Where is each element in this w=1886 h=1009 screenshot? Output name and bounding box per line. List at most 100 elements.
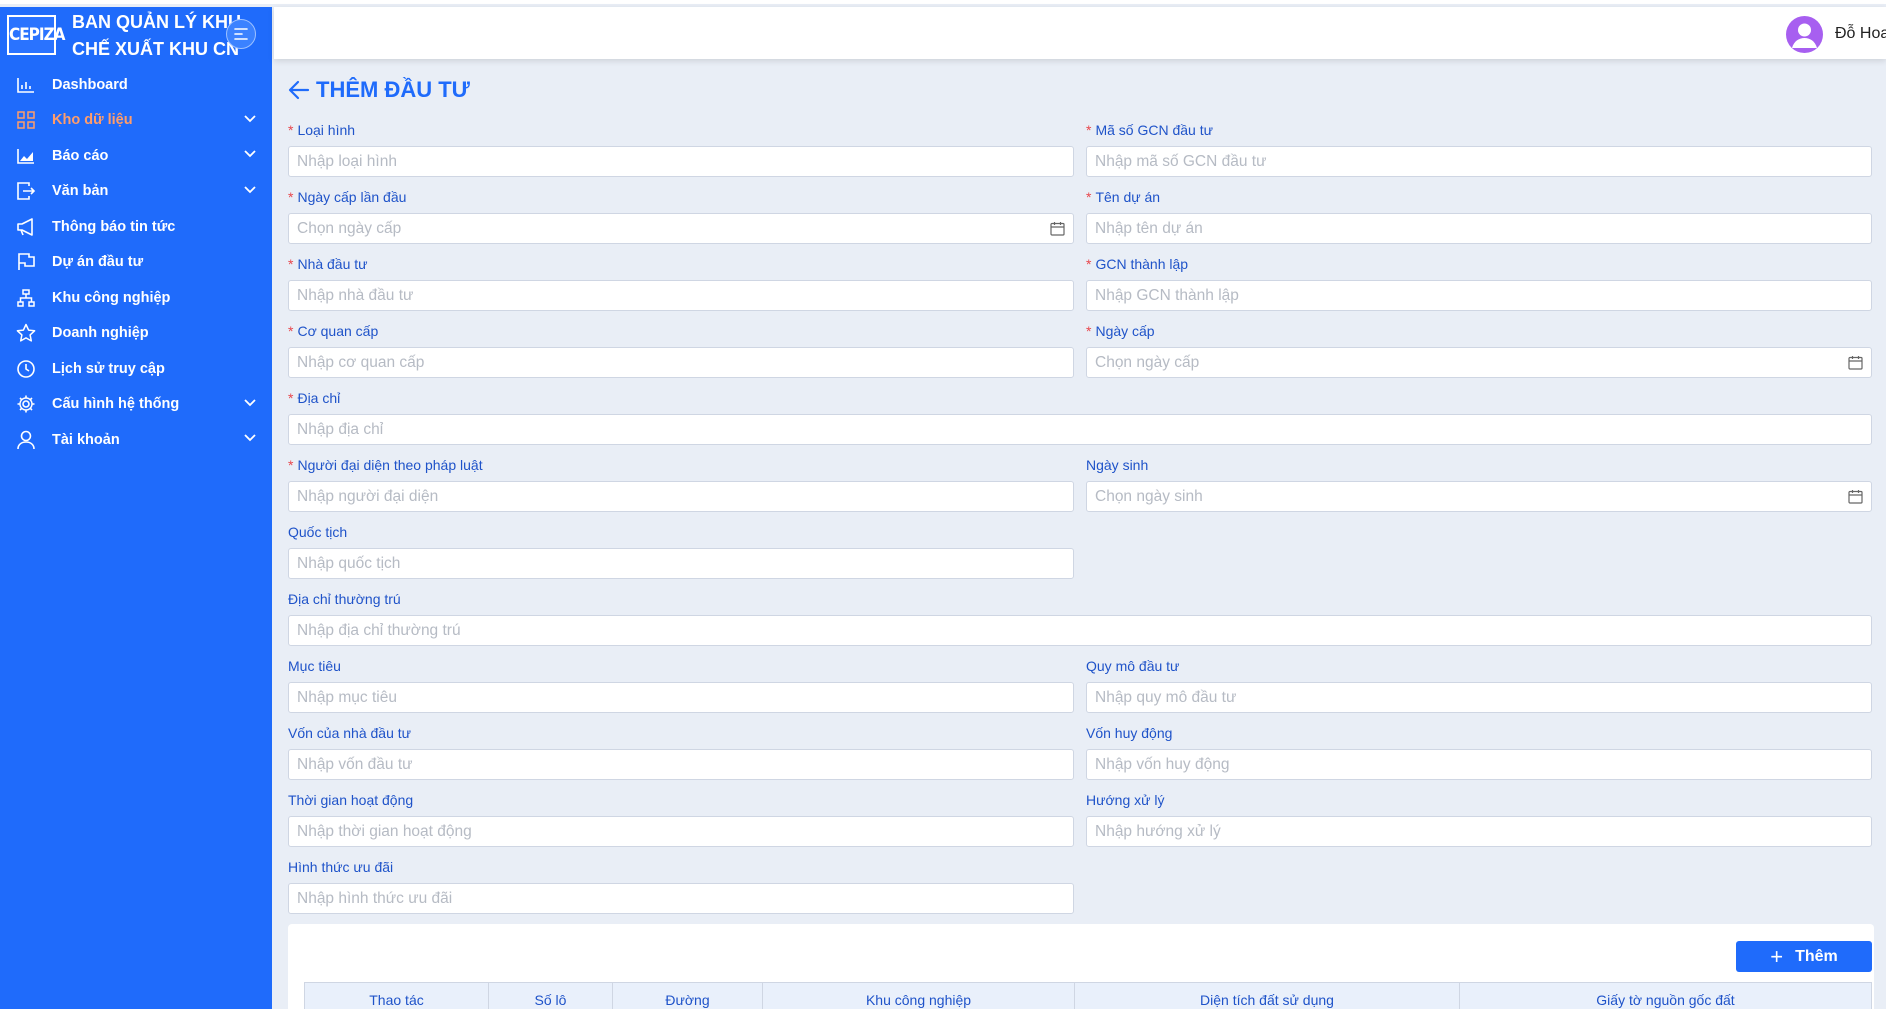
field-label: GCN thành lập [1095,256,1189,272]
column-header[interactable]: Số lô [488,983,612,1009]
field-label: Loại hình [297,122,356,138]
sidebar-item-doanh-nghiep[interactable]: Doanh nghiệp [0,316,272,352]
field-ma-so-gcn: * Mã số GCN đầu tư [1086,121,1872,177]
sidebar-item-cau-hinh-he-thong[interactable]: Cấu hình hệ thống [0,387,272,423]
star-icon [15,322,37,344]
quy-mo-dau-tu-input[interactable] [1086,682,1872,713]
megaphone-icon [15,216,37,238]
field-label: Nhà đầu tư [297,256,368,272]
sidebar-item-van-ban[interactable]: Văn bản [0,174,272,210]
required-marker: * [1086,256,1092,272]
von-nha-dau-tu-input[interactable] [288,749,1074,780]
sidebar-item-du-an-dau-tu[interactable]: Dự án đầu tư [0,245,272,281]
huong-xu-ly-input[interactable] [1086,816,1872,847]
field-ngay-sinh: Ngày sinh [1086,456,1872,512]
field-label: Tên dự án [1095,189,1161,205]
sidebar-item-kho-du-lieu[interactable]: Kho dữ liệu [0,103,272,139]
field-label: Thời gian hoạt động [288,792,414,808]
muc-tieu-input[interactable] [288,682,1074,713]
field-quoc-tich: Quốc tịch [288,523,1074,579]
hinh-thuc-uu-dai-input[interactable] [288,883,1074,914]
loai-hinh-input[interactable] [288,146,1074,177]
required-marker: * [288,189,294,205]
collapse-sidebar-button[interactable] [226,19,256,49]
sidebar-item-lich-su-truy-cap[interactable]: Lịch sử truy cập [0,351,272,387]
column-header[interactable]: Diện tích đất sử dụng [1074,983,1459,1009]
hierarchy-icon [15,287,37,309]
field-quy-mo-dau-tu: Quy mô đầu tư [1086,657,1872,713]
field-label: Mục tiêu [288,658,341,674]
sidebar-item-bao-cao[interactable]: Báo cáo [0,138,272,174]
field-label: Mã số GCN đầu tư [1095,122,1213,138]
field-label: Hình thức ưu đãi [288,859,394,875]
field-ngay-cap-lan-dau: * Ngày cấp lần đầu [288,188,1074,244]
field-label: Địa chỉ [297,390,341,406]
sidebar-item-dashboard[interactable]: Dashboard [0,67,272,103]
sidebar-item-label: Kho dữ liệu [52,112,133,129]
calendar-icon[interactable] [1050,221,1065,236]
required-marker: * [288,122,294,138]
sidebar-item-label: Dự án đầu tư [52,254,144,271]
ten-du-an-input[interactable] [1086,213,1872,244]
field-hinh-thuc-uu-dai: Hình thức ưu đãi [288,858,1074,914]
required-marker: * [288,256,294,272]
field-label: Quy mô đầu tư [1086,658,1180,674]
area-chart-icon [15,145,37,167]
field-label: Ngày sinh [1086,457,1149,473]
top-strip [0,0,1886,4]
sidebar-item-label: Báo cáo [52,147,109,164]
ma-so-gcn-input[interactable] [1086,146,1872,177]
ngay-cap-datepicker[interactable] [1086,347,1872,378]
ngay-sinh-datepicker[interactable] [1086,481,1872,512]
required-marker: * [1086,323,1092,339]
column-header[interactable]: Giấy tờ nguồn gốc đất [1459,983,1872,1009]
dia-chi-input[interactable] [288,414,1872,445]
logo: CEPIZA [7,15,66,55]
sidebar-item-label: Tài khoản [52,431,120,448]
field-ngay-cap: * Ngày cấp [1086,322,1872,378]
calendar-icon[interactable] [1848,489,1863,504]
required-marker: * [1086,189,1092,205]
quoc-tich-input[interactable] [288,548,1074,579]
field-label: Người đại diện theo pháp luật [297,457,483,473]
user-icon [15,429,37,451]
field-von-huy-dong: Vốn huy động [1086,724,1872,780]
field-label: Hướng xử lý [1086,792,1165,808]
chevron-down-icon [244,398,256,406]
nha-dau-tu-input[interactable] [288,280,1074,311]
page-title: THÊM ĐẦU TƯ [288,77,470,103]
dia-chi-thuong-tru-input[interactable] [288,615,1872,646]
column-header[interactable]: Thao tác [304,983,488,1009]
co-quan-cap-input[interactable] [288,347,1074,378]
thoi-gian-hoat-dong-input[interactable] [288,816,1074,847]
calendar-icon[interactable] [1848,355,1863,370]
sidebar-item-thong-bao-tin-tuc[interactable]: Thông báo tin tức [0,209,272,245]
sidebar-item-tai-khoan[interactable]: Tài khoản [0,422,272,458]
brand: CEPIZA BAN QUẢN LÝ KHU CHẾ XUẤT KHU CN [0,7,272,65]
column-header[interactable]: Khu công nghiệp [762,983,1074,1009]
field-label: Vốn huy động [1086,725,1173,741]
field-nha-dau-tu: * Nhà đầu tư [288,255,1074,311]
back-arrow-icon[interactable] [288,80,310,100]
add-row-button[interactable]: + Thêm [1736,941,1872,972]
von-huy-dong-input[interactable] [1086,749,1872,780]
grid-icon [15,109,37,131]
field-label: Vốn của nhà đầu tư [288,725,412,741]
nguoi-dai-dien-input[interactable] [288,481,1074,512]
field-label: Ngày cấp [1095,323,1155,339]
field-label: Địa chỉ thường trú [288,591,401,607]
table-header: Thao tác Số lô Đường Khu công nghiệp Diệ… [304,982,1872,1009]
sidebar-item-khu-cong-nghiep[interactable]: Khu công nghiệp [0,280,272,316]
document-export-icon [15,180,37,202]
avatar[interactable] [1786,16,1823,53]
sidebar-item-label: Văn bản [52,183,109,200]
username[interactable]: Đỗ Hoa [1835,25,1886,43]
column-header[interactable]: Đường [612,983,762,1009]
required-marker: * [1086,122,1092,138]
gcn-thanh-lap-input[interactable] [1086,280,1872,311]
field-von-nha-dau-tu: Vốn của nhà đầu tư [288,724,1074,780]
field-ten-du-an: * Tên dự án [1086,188,1872,244]
sidebar: CEPIZA BAN QUẢN LÝ KHU CHẾ XUẤT KHU CN D… [0,7,272,1009]
ngay-cap-lan-dau-datepicker[interactable] [288,213,1074,244]
required-marker: * [288,390,294,406]
